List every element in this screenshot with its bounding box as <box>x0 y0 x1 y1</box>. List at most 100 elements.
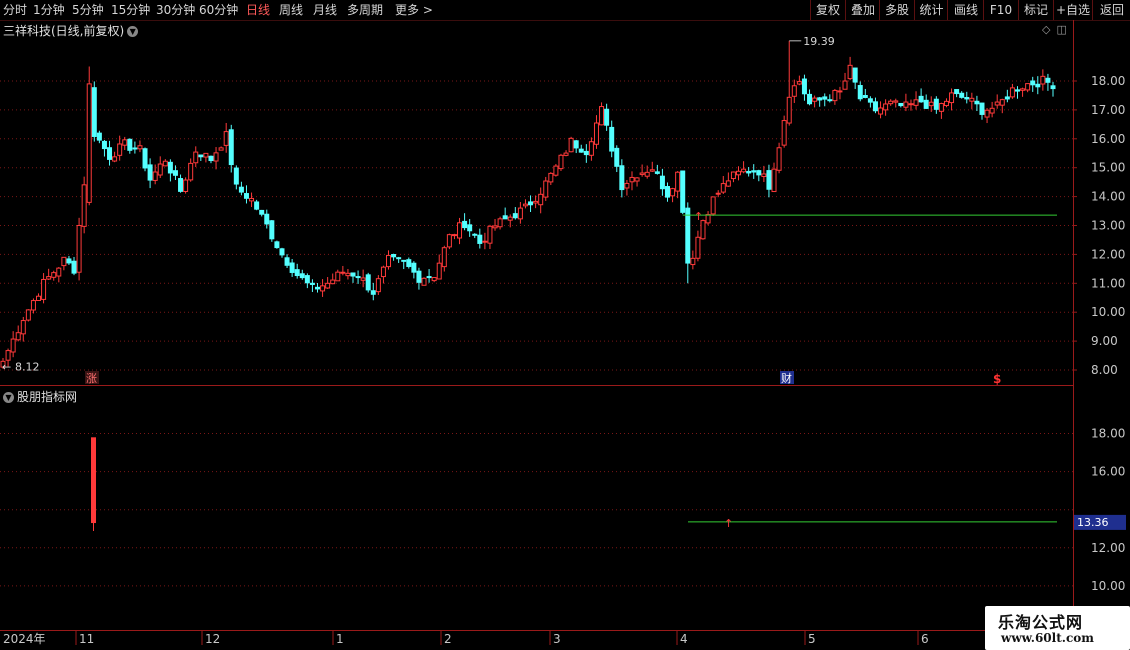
candle-body <box>538 193 544 206</box>
indicator-tick-label: 12.00 <box>1091 541 1125 555</box>
chevron-down-icon[interactable]: ▼ <box>127 26 139 37</box>
candle-body <box>690 257 696 266</box>
candle-body <box>847 64 853 80</box>
time-label: 2 <box>444 632 452 646</box>
candle-body <box>162 160 168 167</box>
candle-body <box>634 177 640 182</box>
period-tab-4[interactable]: 30分钟 <box>156 2 195 18</box>
candle-body <box>30 300 36 311</box>
candle-body <box>467 224 473 232</box>
split-pane-icon[interactable]: ◫ <box>1056 23 1066 36</box>
time-label: 12 <box>205 632 220 646</box>
candle-body <box>624 182 630 189</box>
candle-body <box>629 176 635 183</box>
candle-body <box>25 309 31 321</box>
toolbar-button-1[interactable]: 叠加 <box>845 0 880 20</box>
candle-body <box>86 83 92 203</box>
candle-body <box>66 258 72 264</box>
candle-body <box>228 129 234 166</box>
candle-body <box>994 101 1000 106</box>
candle-body <box>710 196 716 215</box>
indicator-title[interactable]: ▼ 股朋指标网 <box>3 388 77 405</box>
high-label: 19.39 <box>803 35 835 48</box>
candle-body <box>654 171 660 174</box>
candle-body <box>675 171 681 192</box>
candle-body <box>117 143 123 156</box>
period-tab-1[interactable]: 1分钟 <box>33 2 65 18</box>
kline-chart: ↑↑ 18.0017.0016.0015.0014.0013.0012.0011… <box>0 20 1126 650</box>
period-tab-3[interactable]: 15分钟 <box>111 2 150 18</box>
price-badge-label: 13.36 <box>1077 516 1109 529</box>
period-tab-7[interactable]: 周线 <box>279 2 303 18</box>
toolbar-button-2[interactable]: 多股 <box>879 0 914 20</box>
period-tab-8[interactable]: 月线 <box>313 2 337 18</box>
chart-title[interactable]: 三祥科技(日线,前复权) ▼ <box>3 22 139 39</box>
toolbar-button-3[interactable]: 统计 <box>914 0 948 20</box>
toolbar-button-7[interactable]: +自选 <box>1053 0 1092 20</box>
candle-body <box>147 164 153 181</box>
candle-body <box>482 240 488 243</box>
candle-body <box>943 100 949 107</box>
chevron-down-icon[interactable]: ▼ <box>3 392 14 403</box>
candle-body <box>593 122 599 145</box>
candle-body <box>152 171 158 181</box>
period-tab-9[interactable]: 多周期 <box>347 2 383 18</box>
candle-body <box>1004 96 1010 100</box>
chart-frame <box>0 20 1074 650</box>
toolbar-button-6[interactable]: 标记 <box>1018 0 1053 20</box>
period-tab-10[interactable]: 更多 > <box>395 2 433 18</box>
candle-body <box>695 236 701 259</box>
candle-body <box>91 87 97 137</box>
candle-body <box>878 107 884 115</box>
candle-body <box>284 257 290 266</box>
toolbar-button-5[interactable]: F10 <box>983 0 1018 20</box>
up-arrow-icon: ↑ <box>694 210 703 223</box>
candle-body <box>771 168 777 193</box>
price-tick-label: 16.00 <box>1091 132 1125 146</box>
candle-body <box>193 151 199 164</box>
candle-body <box>568 137 574 153</box>
diamond-icon[interactable]: ◇ <box>1042 23 1050 36</box>
candle-body <box>264 213 270 225</box>
candle-body <box>208 155 214 162</box>
candle-body <box>421 277 427 286</box>
candle-body <box>888 100 894 105</box>
candle-body <box>817 97 823 101</box>
candle-body <box>517 207 523 220</box>
candle-body <box>670 188 676 197</box>
candle-body <box>96 132 102 141</box>
candle-body <box>938 103 944 112</box>
candle-body <box>457 222 463 239</box>
candle-body <box>649 169 655 172</box>
marker-cai-bg <box>780 371 794 384</box>
period-tab-0[interactable]: 分时 <box>3 2 27 18</box>
candle-body <box>41 278 47 300</box>
marker-zhang-bg <box>85 371 99 384</box>
candle-body <box>436 262 442 280</box>
period-tab-2[interactable]: 5分钟 <box>72 2 104 18</box>
signal-bar <box>91 437 96 524</box>
time-label: 11 <box>79 632 94 646</box>
period-tab-5[interactable]: 60分钟 <box>199 2 238 18</box>
marker-zhang: 涨 <box>86 372 97 385</box>
time-label: 3 <box>553 632 561 646</box>
price-tick-label: 9.00 <box>1091 334 1118 348</box>
watermark-url: www.60lt.com <box>1001 631 1094 645</box>
toolbar-button-8[interactable]: 返回 <box>1092 0 1130 20</box>
candle-body <box>791 85 797 97</box>
candle-body <box>964 97 970 100</box>
signal-layer: ↑↑ <box>91 210 1057 532</box>
candle-body <box>396 257 402 260</box>
candle-body <box>406 259 412 267</box>
period-tab-6[interactable]: 日线 <box>246 2 270 18</box>
candle-body <box>837 90 843 93</box>
candle-body <box>908 103 914 106</box>
candle-body <box>659 175 665 190</box>
candle-body <box>959 92 965 98</box>
candle-body <box>487 225 493 244</box>
toolbar-button-4[interactable]: 画线 <box>947 0 984 20</box>
toolbar-button-0[interactable]: 复权 <box>810 0 845 20</box>
candle-body <box>0 360 6 368</box>
candle-body <box>61 256 67 267</box>
candle-body <box>1020 88 1026 91</box>
